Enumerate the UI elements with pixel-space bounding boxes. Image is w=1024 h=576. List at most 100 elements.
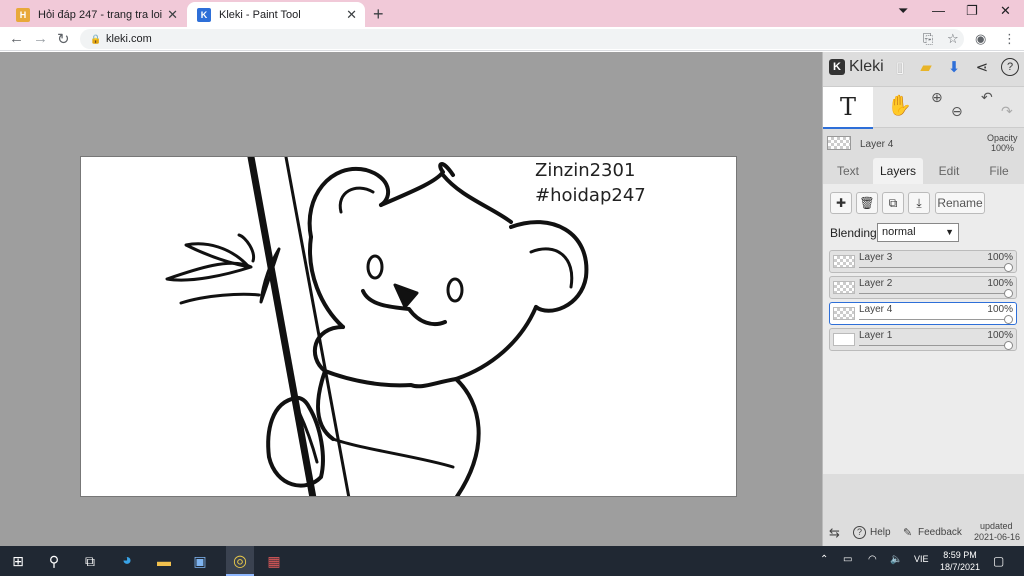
layer-row[interactable]: Layer 1 100% [829, 328, 1017, 351]
tray-expand-icon[interactable]: ⌃ [820, 554, 828, 565]
tool-row: T ✋ ⊕ ⊖ ↶ ↷ [823, 86, 1024, 129]
rename-button[interactable]: Rename [935, 192, 985, 214]
window-close-button[interactable]: ✕ [1000, 3, 1011, 19]
layers-content: ✚ 🗑 ⧉ ⤓ Rename Blending normal ▼ Layer 3… [823, 184, 1024, 474]
address-bar-row: ← → ↻ 🔒 kleki.com ⎘ ☆ ◉ ⋮ [0, 27, 1024, 51]
layer-thumbnail [833, 255, 855, 268]
forward-button[interactable]: → [33, 30, 48, 47]
tab-hoidap[interactable]: H Hỏi đáp 247 - trang tra loi ✕ [6, 2, 186, 27]
opacity-slider-handle[interactable] [1004, 341, 1013, 350]
profile-menu-icon[interactable]: ⏷ [898, 3, 908, 19]
layer-row[interactable]: Layer 2 100% [829, 276, 1017, 299]
windows-start-icon[interactable]: ⊞ [9, 552, 27, 570]
workspace[interactable]: Zinzin2301 #hoidap247 [0, 52, 822, 546]
redo-icon[interactable]: ↷ [1001, 103, 1013, 120]
blending-select[interactable]: normal ▼ [877, 223, 959, 242]
download-icon[interactable]: ⬇ [945, 58, 963, 76]
kleki-brand: K Kleki [829, 58, 884, 76]
layer-name: Layer 2 [859, 278, 893, 289]
volume-icon[interactable]: 🔈 [890, 554, 902, 565]
file-explorer-icon[interactable]: ▬ [155, 552, 173, 570]
battery-icon[interactable]: ▭ [843, 554, 852, 565]
profile-avatar-icon[interactable]: ◉ [975, 31, 986, 47]
opacity-slider[interactable] [859, 293, 1008, 294]
edge-browser-icon[interactable]: ◕ [118, 552, 136, 570]
notifications-icon[interactable]: ▢ [993, 554, 1004, 568]
close-icon[interactable]: ✕ [167, 7, 178, 23]
merge-layer-button[interactable]: ⤓ [908, 192, 930, 214]
tab-title: Kleki - Paint Tool [219, 8, 301, 21]
hand-tool-icon[interactable]: ✋ [887, 93, 912, 118]
layer-opacity: 100% [987, 252, 1013, 263]
open-folder-icon[interactable]: ▰ [917, 58, 935, 76]
minimize-button[interactable]: — [932, 3, 945, 18]
chevron-down-icon: ▼ [945, 227, 954, 237]
tab-kleki[interactable]: K Kleki - Paint Tool ✕ [187, 2, 365, 27]
kleki-panel: K Kleki ▯ ▰ ⬇ ⋖ ? T ✋ ⊕ ⊖ ↶ ↷ Layer 4 Op… [822, 52, 1024, 546]
new-image-icon[interactable]: ▯ [891, 58, 909, 76]
current-layer-thumbnail [827, 136, 851, 150]
close-icon[interactable]: ✕ [346, 7, 357, 23]
layer-name: Layer 1 [859, 330, 893, 341]
tab-edit[interactable]: Edit [927, 158, 971, 184]
wifi-icon[interactable]: ◠ [868, 554, 877, 565]
clock[interactable]: 8:59 PM 18/7/2021 [936, 549, 984, 573]
layer-name: Layer 3 [859, 252, 893, 263]
delete-layer-button[interactable]: 🗑 [856, 192, 878, 214]
feedback-icon: ✎ [903, 527, 913, 539]
layer-opacity: 100% [987, 304, 1013, 315]
opacity-value: 100% [991, 143, 1015, 153]
new-tab-button[interactable]: + [373, 4, 384, 25]
search-icon[interactable]: ⚲ [45, 552, 63, 570]
layer-row-selected[interactable]: Layer 4 100% [829, 302, 1017, 325]
clock-date: 18/7/2021 [939, 562, 981, 572]
opacity-slider-handle[interactable] [1004, 289, 1013, 298]
brand-name: Kleki [849, 58, 884, 75]
store-icon[interactable]: ▣ [191, 552, 209, 570]
restore-button[interactable]: ❐ [966, 3, 978, 19]
reload-button[interactable]: ↻ [57, 30, 70, 48]
help-icon[interactable]: ? [1001, 58, 1019, 76]
tab-layers[interactable]: Layers [873, 158, 923, 184]
bookmark-star-icon[interactable]: ☆ [947, 31, 959, 47]
feedback-link[interactable]: Feedback [918, 527, 962, 538]
opacity-slider-handle[interactable] [1004, 263, 1013, 272]
opacity-slider[interactable] [859, 267, 1008, 268]
help-icon: ? [853, 526, 866, 539]
layer-opacity: 100% [987, 330, 1013, 341]
undo-icon[interactable]: ↶ [981, 89, 993, 106]
layer-thumbnail [833, 307, 855, 320]
tab-file[interactable]: File [977, 158, 1021, 184]
drawing-canvas[interactable]: Zinzin2301 #hoidap247 [80, 156, 737, 497]
layer-row[interactable]: Layer 3 100% [829, 250, 1017, 273]
duplicate-layer-button[interactable]: ⧉ [882, 192, 904, 214]
zoom-out-icon[interactable]: ⊖ [951, 103, 963, 120]
browser-tab-strip: H Hỏi đáp 247 - trang tra loi ✕ K Kleki … [0, 0, 1024, 27]
clock-time: 8:59 PM [943, 550, 977, 560]
language-indicator[interactable]: VIE [914, 554, 929, 564]
opacity-slider[interactable] [859, 319, 1008, 320]
layer-thumbnail [833, 281, 855, 294]
layer-thumbnail [833, 333, 855, 346]
zoom-in-icon[interactable]: ⊕ [931, 89, 943, 106]
app-icon[interactable]: ▦ [265, 552, 283, 570]
text-tool-button[interactable]: T [823, 87, 873, 129]
signature-line: Zinzin2301 [535, 160, 636, 181]
url-field[interactable]: 🔒 kleki.com [80, 29, 964, 49]
opacity-slider[interactable] [859, 345, 1008, 346]
translate-icon[interactable]: ⎘ [923, 31, 933, 47]
blending-label: Blending [830, 226, 877, 240]
tab-text[interactable]: Text [827, 158, 869, 184]
opacity-slider-handle[interactable] [1004, 315, 1013, 324]
help-link[interactable]: Help [870, 527, 891, 538]
back-button[interactable]: ← [9, 30, 24, 47]
swap-side-icon[interactable]: ⇆ [829, 525, 840, 541]
add-layer-button[interactable]: ✚ [830, 192, 852, 214]
chrome-icon[interactable]: ◎ [231, 552, 249, 570]
browser-menu-icon[interactable]: ⋮ [1003, 31, 1016, 47]
panel-tabs: Text Layers Edit File [823, 158, 1024, 184]
layer-opacity: 100% [987, 278, 1013, 289]
share-icon[interactable]: ⋖ [973, 58, 991, 76]
task-view-icon[interactable]: ⧉ [81, 552, 99, 570]
signature-line: #hoidap247 [535, 185, 646, 206]
